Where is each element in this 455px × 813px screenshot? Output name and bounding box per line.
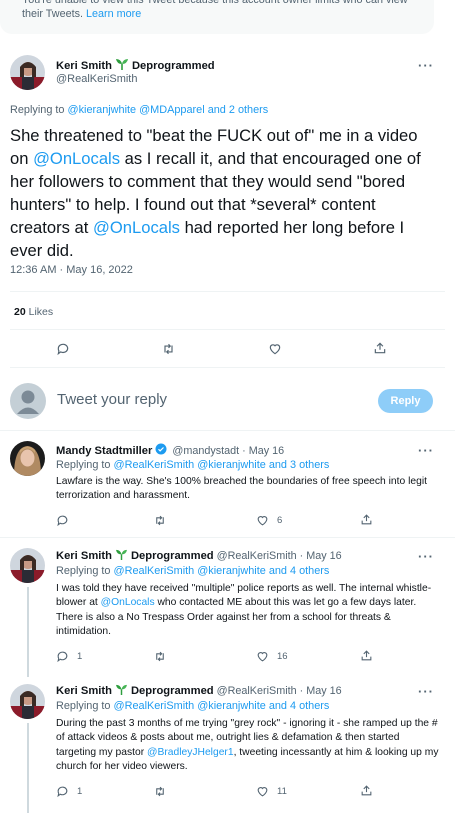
replying-to-handles[interactable]: @RealKeriSmith @kieranjwhite [114,700,266,712]
share-icon[interactable] [360,649,373,662]
divider [10,329,445,330]
share-icon[interactable] [360,513,373,526]
reply-icon[interactable]: 1 [56,785,82,798]
divider [0,430,455,431]
mention-link[interactable]: @OnLocals [33,149,120,168]
reply-text: During the past 3 months of me trying "g… [56,717,441,774]
replying-to: Replying to @RealKeriSmith @kieranjwhite… [56,459,329,471]
retweet-icon[interactable] [161,342,176,356]
replying-to-others[interactable]: and 2 others [208,104,269,116]
divider [10,367,445,368]
author-name[interactable]: Keri Smith Deprogrammed [56,58,215,73]
mention-link[interactable]: @OnLocals [93,218,180,237]
like-count: 16 [277,651,288,662]
reply-author[interactable]: Keri Smith Deprogrammed @RealKeriSmith ·… [56,549,342,563]
reply-author[interactable]: Keri Smith Deprogrammed @RealKeriSmith ·… [56,684,342,698]
avatar[interactable] [10,684,45,719]
sprout-icon [115,684,128,698]
replying-to-handles[interactable]: @kieranjwhite @MDApparel [68,104,205,116]
replying-prefix: Replying to [56,700,111,712]
replying-to: Replying to @RealKeriSmith @kieranjwhite… [56,700,329,712]
learn-more-link[interactable]: Learn more [86,8,141,20]
replying-to-others[interactable]: and 4 others [269,700,330,712]
reply-handle-date: @RealKeriSmith · May 16 [216,550,342,562]
reply-author-name-second: Deprogrammed [130,550,214,562]
retweet-icon[interactable] [153,514,167,527]
sprout-icon [115,58,129,73]
replying-prefix: Replying to [10,104,65,116]
reply-text: Lawfare is the way. She's 100% breached … [56,476,427,502]
like-icon[interactable] [268,342,282,356]
sprout-icon [115,549,128,563]
share-icon[interactable] [373,341,387,355]
notice-text: You're unable to view this Tweet because… [22,0,408,20]
reply-input[interactable]: Tweet your reply [57,391,167,408]
like-icon[interactable]: 6 [256,514,282,527]
reply-count: 1 [77,651,83,662]
likes-label: Likes [28,306,54,318]
avatar[interactable] [10,441,45,476]
replying-prefix: Replying to [56,459,111,471]
more-options-icon[interactable]: ··· [418,443,434,458]
like-count: 6 [277,515,283,526]
mention-link[interactable]: @OnLocals [101,597,155,608]
likes-number: 20 [14,306,26,318]
replying-to-handles[interactable]: @RealKeriSmith @kieranjwhite [114,565,266,577]
thread-line [27,723,29,813]
author-name-second: Deprogrammed [131,59,215,72]
reply-count: 1 [77,786,83,797]
tweet-text: She threatened to "beat the FUCK out of"… [10,124,440,262]
more-options-icon[interactable]: ··· [418,58,434,73]
reply-text: I was told they have received "multiple"… [56,582,441,639]
reply-button[interactable]: Reply [378,389,433,413]
reply-handle-date: @mandystadt · May 16 [172,444,285,457]
replying-to-others[interactable]: and 3 others [269,459,330,471]
reply-icon[interactable]: 1 [56,650,82,663]
reply-handle-date: @RealKeriSmith · May 16 [216,685,342,697]
replying-to-handles[interactable]: @RealKeriSmith @kieranjwhite [114,459,266,471]
replying-prefix: Replying to [56,565,111,577]
tweet-timestamp[interactable]: 12:36 AM · May 16, 2022 [10,264,133,276]
reply-author-name: Mandy Stadtmiller [56,444,153,457]
author-name-first: Keri Smith [56,59,112,72]
likes-count[interactable]: 20 Likes [14,306,53,318]
restricted-tweet-notice: You're unable to view this Tweet because… [0,0,434,34]
reply-author[interactable]: Mandy Stadtmiller @mandystadt · May 16 [56,443,284,458]
replying-to: Replying to @RealKeriSmith @kieranjwhite… [56,565,329,577]
author-handle[interactable]: @RealKeriSmith [56,73,137,85]
reply-author-name-first: Keri Smith [56,685,112,697]
replying-to: Replying to @kieranjwhite @MDApparel and… [10,104,268,116]
share-icon[interactable] [360,784,373,797]
reply-icon[interactable] [56,514,69,527]
reply-icon[interactable] [56,342,70,356]
like-icon[interactable]: 11 [256,785,287,798]
replying-to-others[interactable]: and 4 others [269,565,330,577]
like-count: 11 [277,786,287,797]
reply-author-name-first: Keri Smith [56,550,112,562]
retweet-icon[interactable] [153,650,167,663]
avatar[interactable] [10,55,45,90]
avatar[interactable] [10,548,45,583]
more-options-icon[interactable]: ··· [418,684,434,699]
reply-author-name-second: Deprogrammed [130,685,214,697]
user-avatar[interactable] [10,383,46,419]
thread-line [27,587,29,677]
mention-link[interactable]: @BradleyJHelger1 [147,747,234,758]
divider [10,291,445,292]
like-icon[interactable]: 16 [256,650,288,663]
divider [0,537,455,538]
verified-badge-icon [155,443,167,458]
retweet-icon[interactable] [153,785,167,798]
more-options-icon[interactable]: ··· [418,549,434,564]
